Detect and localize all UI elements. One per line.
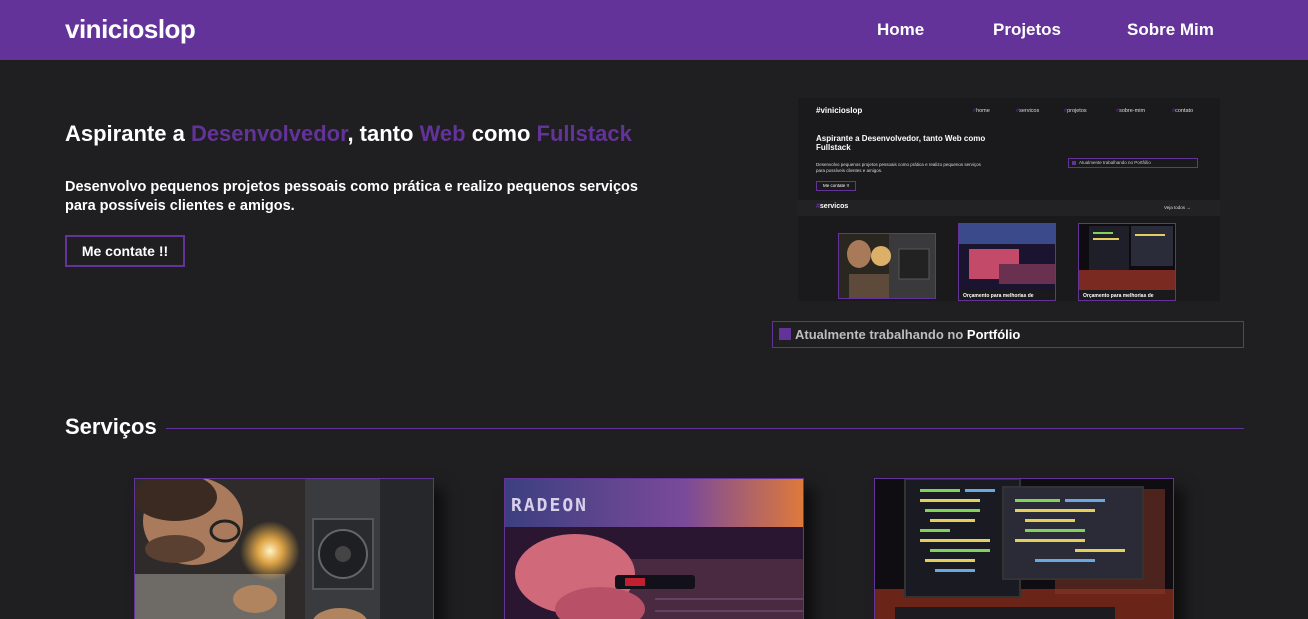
preview-brand: #vinicioslop — [816, 106, 863, 115]
preview-nav-item: home — [973, 108, 990, 114]
contact-button[interactable]: Me contate !! — [65, 235, 185, 267]
preview-card-image: Orçamento para melhorias de — [958, 223, 1056, 301]
status-prefix: Atualmente trabalhando no — [795, 327, 967, 342]
code-monitors-photo — [875, 479, 1173, 619]
nav-projetos[interactable]: Projetos — [993, 20, 1061, 40]
preview-card-image: Orçamento para melhorias de — [1078, 223, 1176, 301]
preview-contact-button: Me contate !! — [816, 181, 856, 191]
service-card-code[interactable] — [874, 478, 1174, 619]
section-divider — [166, 428, 1244, 429]
preview-nav-item: contato — [1172, 108, 1193, 114]
brand-logo[interactable]: vinicioslop — [65, 14, 196, 45]
technician-photo — [135, 479, 433, 619]
service-card-technician[interactable] — [134, 478, 434, 619]
services-section-title: Serviços — [65, 414, 157, 439]
hero-title-accent: Web — [419, 121, 466, 146]
nav-home[interactable]: Home — [877, 20, 924, 40]
preview-navbar: #vinicioslop home servicos projetos sobr… — [798, 98, 1220, 124]
preview-status: Atualmente trabalhando no Portfólio — [1068, 158, 1198, 168]
hero-title-part: , tanto — [347, 121, 420, 146]
preview-nav-item: sobre-mim — [1116, 108, 1145, 114]
hero-description: Desenvolvo pequenos projetos pessoais co… — [65, 179, 638, 214]
nav-sobre-mim[interactable]: Sobre Mim — [1127, 20, 1214, 40]
preview-nav-item: projetos — [1064, 108, 1087, 114]
gpu-photo: RADEON — [505, 479, 803, 619]
hero-title-accent: Fullstack — [536, 121, 632, 146]
preview-card-caption: Orçamento para melhorias de — [1083, 293, 1154, 299]
status-highlight: Portfólio — [966, 327, 1021, 342]
preview-section-title: servicos — [816, 203, 848, 210]
preview-nav-item: servicos — [1016, 108, 1039, 114]
preview-section-bar — [798, 200, 1220, 216]
preview-card-caption: Orçamento para melhorias de — [963, 293, 1034, 299]
preview-see-all: Veja todos → — [1164, 205, 1191, 210]
hero-title-part: como — [465, 121, 537, 146]
hero-title: Aspirante a Desenvolvedor, tanto Web com… — [65, 121, 632, 147]
preview-description: Desenvolvo pequenos projetos pessoais co… — [816, 162, 981, 173]
status-text: Atualmente trabalhando no Portfólio — [795, 327, 1020, 342]
status-indicator-icon — [779, 328, 791, 340]
service-card-gpu[interactable]: RADEON — [504, 478, 804, 619]
preview-title: Aspirante a Desenvolvedor, tanto Web com… — [816, 134, 986, 152]
portfolio-preview-image: #vinicioslop home servicos projetos sobr… — [798, 98, 1220, 301]
svg-text:RADEON: RADEON — [511, 495, 588, 516]
hero-title-part: Aspirante a — [65, 121, 191, 146]
hero-title-accent: Desenvolvedor — [190, 121, 348, 146]
preview-card-image — [838, 233, 936, 299]
top-navbar: vinicioslop Home Projetos Sobre Mim — [0, 0, 1308, 60]
status-badge: Atualmente trabalhando no Portfólio — [772, 321, 1244, 348]
